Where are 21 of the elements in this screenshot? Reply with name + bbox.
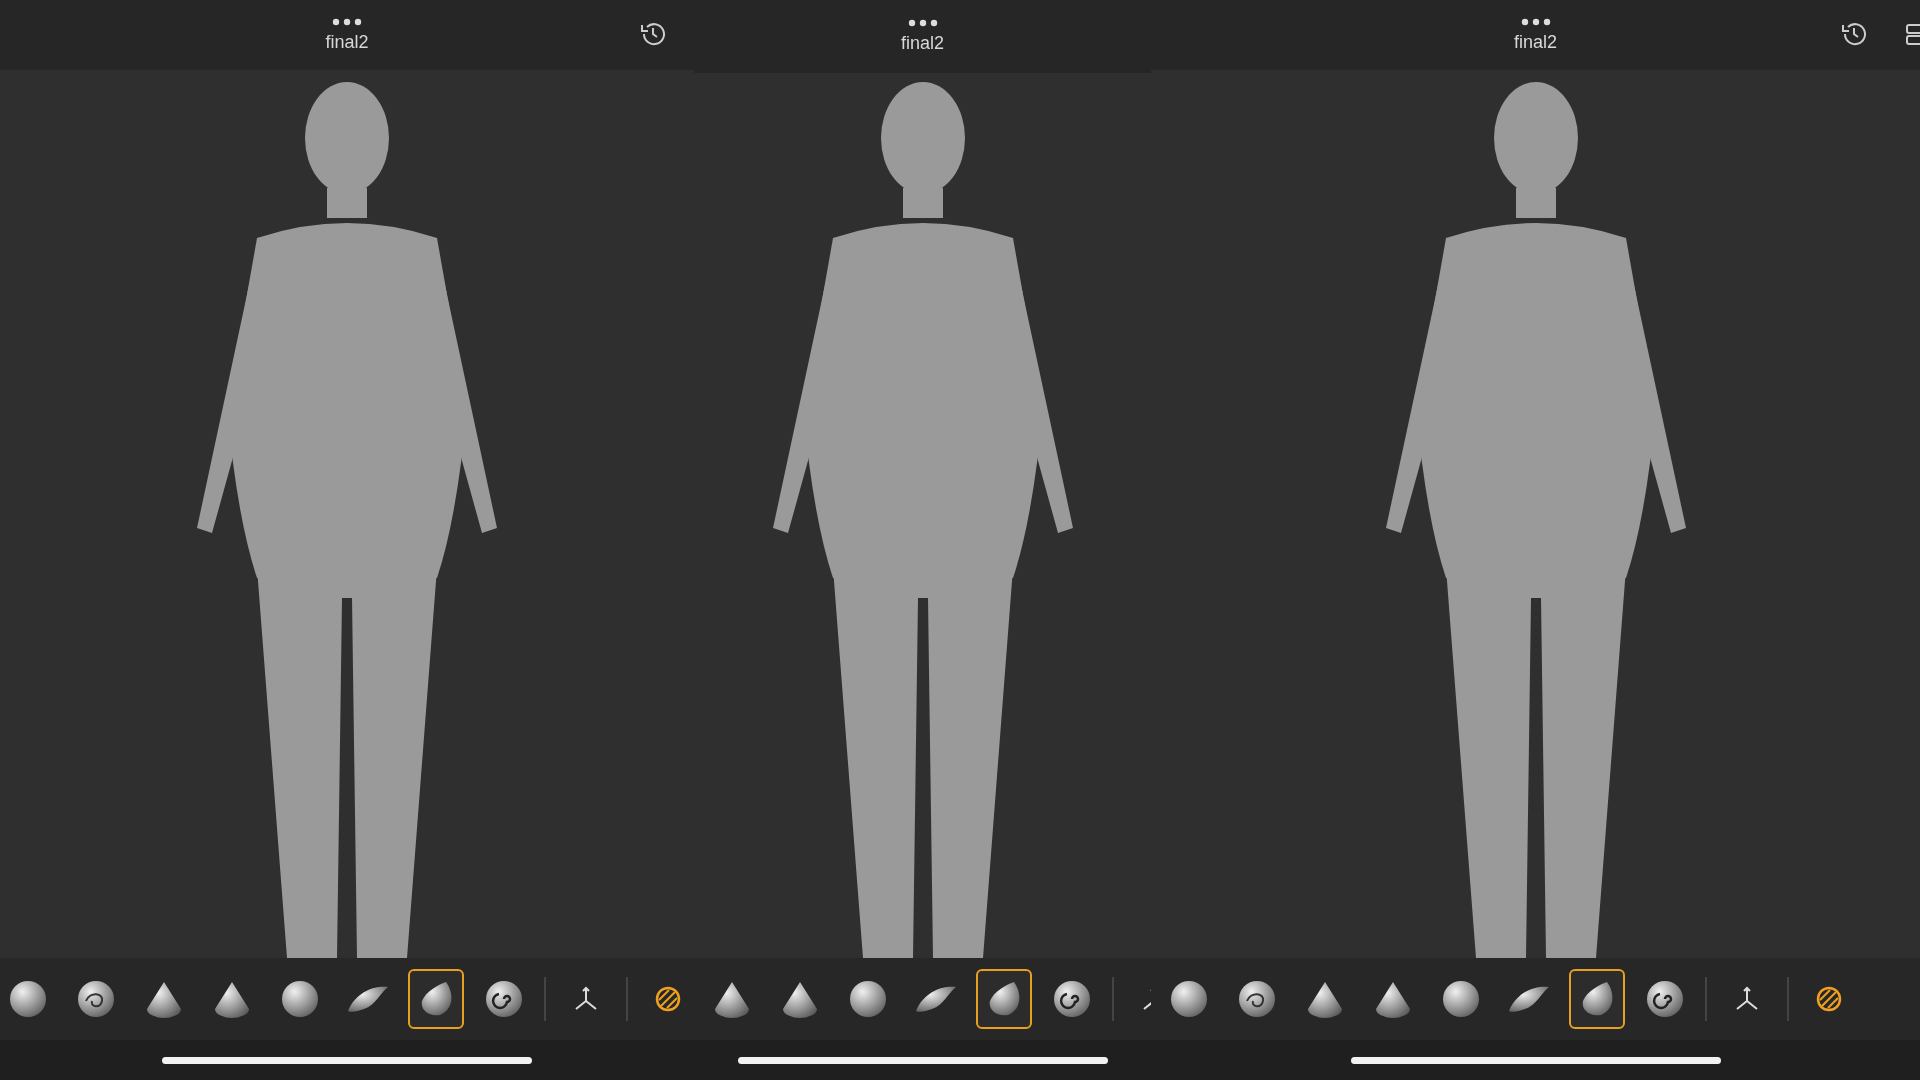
spiral-sphere-icon [1052,979,1092,1019]
sphere-brush-icon [1169,979,1209,1019]
sphere-brush-icon [848,979,888,1019]
swirl-sphere-icon [1237,979,1277,1019]
mask-icon [1815,985,1843,1013]
more-icon[interactable] [1520,17,1551,26]
mask-icon [654,985,682,1013]
document-title: final2 [325,31,369,53]
brush-tool-button[interactable] [976,969,1032,1029]
sphere-brush-icon [1441,979,1481,1019]
brush-tool-button[interactable] [1569,969,1625,1029]
document-title: final2 [1514,31,1557,53]
sphere-brush-icon [8,979,48,1019]
spiral-sphere-icon [1645,979,1685,1019]
spiral-sphere-icon [484,979,524,1019]
more-icon[interactable] [332,17,362,26]
swirl-sphere-icon [76,979,116,1019]
document-title: final2 [901,33,944,54]
sphere-brush-icon [280,979,320,1019]
more-icon[interactable] [907,19,938,27]
brush-tool-button[interactable] [408,969,464,1029]
